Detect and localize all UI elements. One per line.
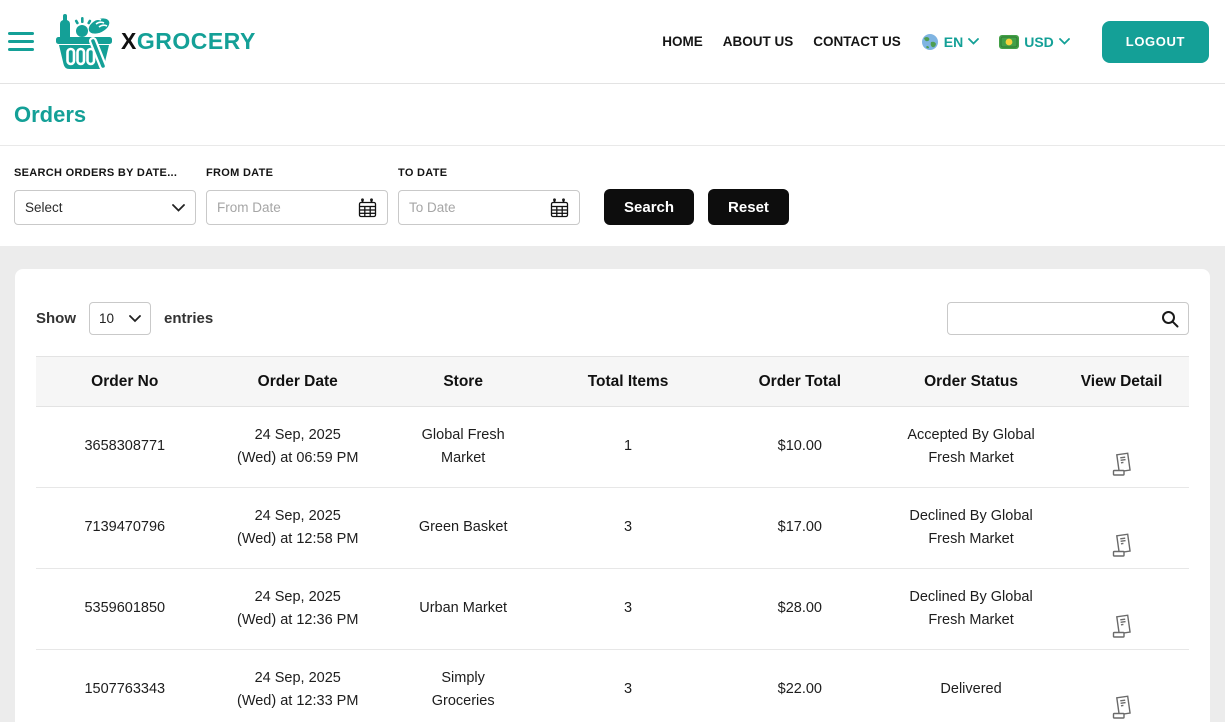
table-controls: Show 10 entries (36, 302, 1189, 335)
cell-order-no: 7139470796 (36, 487, 214, 569)
from-date-label: FROM DATE (206, 167, 274, 179)
cell-total-items: 3 (544, 487, 712, 569)
view-detail-button[interactable] (1106, 594, 1138, 647)
cell-order-status: Declined By Global Fresh Market (888, 487, 1055, 569)
cell-order-total: $22.00 (711, 649, 889, 722)
cell-order-date: 24 Sep, 2025 (Wed) at 12:58 PM (213, 487, 382, 569)
cell-order-total: $28.00 (711, 568, 889, 650)
cell-view-detail (1054, 568, 1189, 650)
search-by-date-label: SEARCH ORDERS BY DATE... (14, 167, 178, 179)
cell-order-status: Accepted By Global Fresh Market (888, 406, 1055, 488)
table-row: 1507763343 24 Sep, 2025 (Wed) at 12:33 P… (36, 649, 1189, 722)
cell-store: Global Fresh Market (381, 406, 545, 488)
cell-order-total: $10.00 (711, 406, 889, 488)
cell-order-no: 5359601850 (36, 568, 214, 650)
reset-button[interactable]: Reset (708, 189, 789, 225)
language-selector[interactable]: EN (921, 33, 980, 51)
chevron-down-icon (172, 203, 185, 212)
table-header-row: Order No Order Date Store Total Items Or… (36, 356, 1189, 407)
col-view-detail: View Detail (1054, 356, 1189, 407)
cell-order-no: 1507763343 (36, 649, 214, 722)
currency-value: USD (1024, 33, 1054, 50)
show-label: Show (36, 310, 76, 327)
table-row: 3658308771 24 Sep, 2025 (Wed) at 06:59 P… (36, 406, 1189, 488)
hamburger-menu-icon[interactable] (8, 27, 34, 56)
cell-order-date: 24 Sep, 2025 (Wed) at 12:33 PM (213, 649, 382, 722)
cell-order-status: Delivered (888, 649, 1055, 722)
chevron-down-icon (129, 314, 141, 323)
page-size-select[interactable]: 10 (89, 302, 151, 335)
cell-view-detail (1054, 649, 1189, 722)
calendar-icon[interactable] (550, 197, 569, 218)
nav-about-us[interactable]: ABOUT US (723, 34, 794, 49)
main-nav: HOME ABOUT US CONTACT US EN USD LOGOUT (662, 20, 1209, 63)
col-total-items: Total Items (544, 356, 712, 407)
cell-total-items: 3 (544, 649, 712, 722)
globe-icon (921, 33, 939, 51)
view-detail-button[interactable] (1106, 513, 1138, 566)
view-detail-button[interactable] (1106, 432, 1138, 485)
grocery-basket-logo-icon (54, 13, 114, 71)
search-icon[interactable] (1161, 310, 1179, 328)
to-date-field[interactable]: To Date (398, 190, 580, 225)
chevron-down-icon (1058, 38, 1070, 45)
view-detail-button[interactable] (1106, 675, 1138, 722)
filters-section: Orders SEARCH ORDERS BY DATE... Select F… (0, 84, 1225, 246)
receipt-icon (1110, 532, 1134, 559)
cell-order-status: Declined By Global Fresh Market (888, 568, 1055, 650)
cell-order-date: 24 Sep, 2025 (Wed) at 12:36 PM (213, 568, 382, 650)
from-date-field[interactable]: From Date (206, 190, 388, 225)
search-button[interactable]: Search (604, 189, 695, 225)
header: XGROCERY HOME ABOUT US CONTACT US EN USD… (0, 0, 1225, 84)
cell-view-detail (1054, 406, 1189, 488)
receipt-icon (1110, 451, 1134, 478)
col-order-no: Order No (36, 356, 214, 407)
table-search-box (947, 302, 1189, 335)
entries-label: entries (164, 310, 214, 327)
cell-order-total: $17.00 (711, 487, 889, 569)
search-by-date-value: Select (25, 200, 63, 215)
orders-table: Order No Order Date Store Total Items Or… (36, 356, 1189, 722)
col-order-date: Order Date (213, 356, 382, 407)
cell-view-detail (1054, 487, 1189, 569)
currency-selector[interactable]: USD (999, 34, 1070, 50)
to-date-placeholder: To Date (409, 200, 456, 215)
search-by-date-select[interactable]: Select (14, 190, 196, 225)
table-row: 5359601850 24 Sep, 2025 (Wed) at 12:36 P… (36, 568, 1189, 650)
filters-row: SEARCH ORDERS BY DATE... Select FROM DAT… (0, 146, 1225, 225)
col-order-total: Order Total (711, 356, 889, 407)
from-date-placeholder: From Date (217, 200, 281, 215)
nav-contact-us[interactable]: CONTACT US (813, 34, 901, 49)
col-order-status: Order Status (888, 356, 1055, 407)
brand-name: XGROCERY (121, 28, 256, 54)
logout-button[interactable]: LOGOUT (1101, 20, 1209, 63)
receipt-icon (1110, 694, 1134, 721)
cell-order-date: 24 Sep, 2025 (Wed) at 06:59 PM (213, 406, 382, 488)
table-search-input[interactable] (957, 303, 1161, 334)
page-size-value: 10 (99, 311, 115, 326)
nav-home[interactable]: HOME (662, 34, 703, 49)
table-row: 7139470796 24 Sep, 2025 (Wed) at 12:58 P… (36, 487, 1189, 569)
page-title: Orders (14, 102, 87, 127)
receipt-icon (1110, 613, 1134, 640)
brand-logo[interactable]: XGROCERY (54, 13, 256, 71)
cell-store: Urban Market (381, 568, 545, 650)
orders-table-card: Show 10 entries Order No Order Date Stor… (15, 269, 1210, 722)
cell-store: Simply Groceries (381, 649, 545, 722)
cell-order-no: 3658308771 (36, 406, 214, 488)
calendar-icon[interactable] (358, 197, 377, 218)
col-store: Store (381, 356, 545, 407)
cell-total-items: 3 (544, 568, 712, 650)
cell-total-items: 1 (544, 406, 712, 488)
language-value: EN (943, 33, 964, 50)
to-date-label: TO DATE (398, 167, 448, 179)
cell-store: Green Basket (381, 487, 545, 569)
banknote-icon (999, 34, 1020, 49)
chevron-down-icon (968, 38, 980, 45)
